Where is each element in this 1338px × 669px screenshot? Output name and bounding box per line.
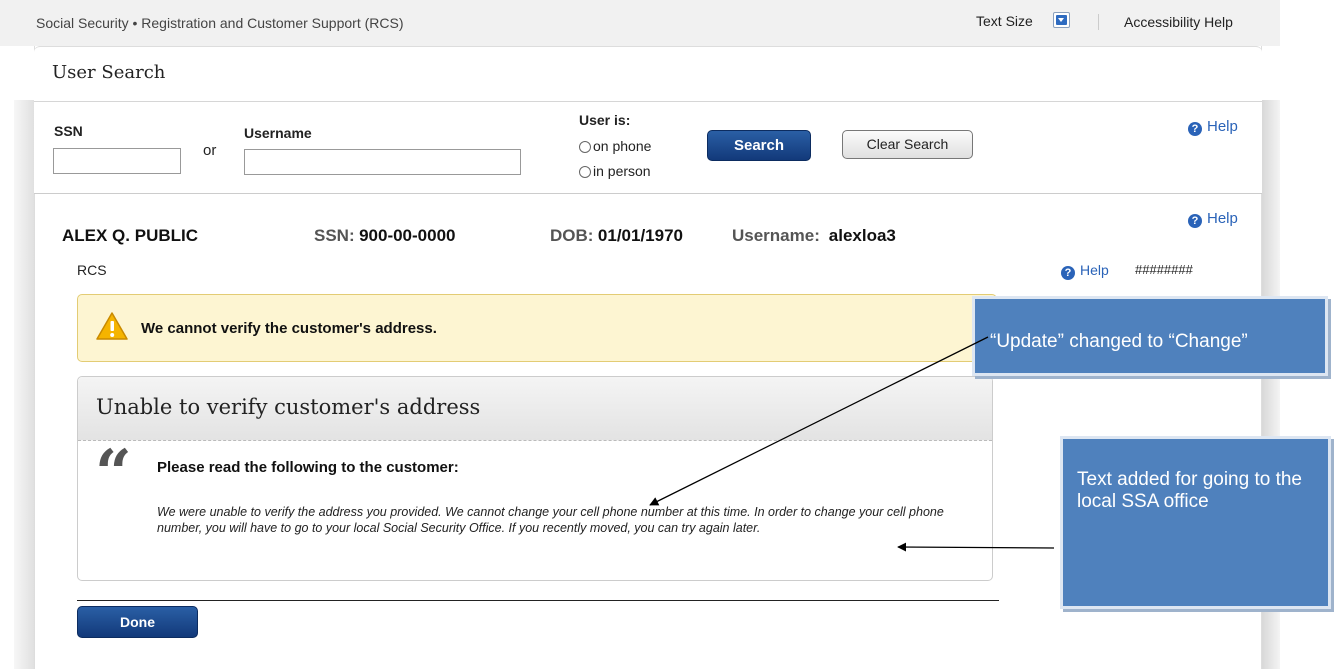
chevron-down-icon (1056, 15, 1067, 25)
search-button[interactable]: Search (707, 130, 811, 161)
search-help-link[interactable]: ? Help (1188, 118, 1238, 136)
alert-message: We cannot verify the customer's address. (141, 320, 437, 337)
username-value: alexloa3 (828, 226, 896, 245)
actions-divider (77, 600, 999, 601)
help-icon: ? (1188, 122, 1202, 136)
username-field-label: Username: (732, 226, 820, 245)
help-label: Help (1207, 210, 1238, 227)
annotation-callout-text-added: Text added for going to the local SSA of… (1060, 436, 1331, 609)
warning-icon (96, 312, 128, 340)
header-separator (1098, 14, 1099, 30)
done-button[interactable]: Done (77, 606, 198, 638)
user-ssn: SSN: 900-00-0000 (314, 226, 456, 246)
ssn-field-label: SSN: (314, 226, 355, 245)
quote-icon: “ (95, 436, 132, 511)
dob-value: 01/01/1970 (597, 226, 683, 245)
username-label: Username (244, 125, 312, 141)
radio-circle[interactable] (579, 141, 591, 153)
radio-in-person-label: in person (593, 163, 651, 179)
help-label: Help (1080, 262, 1109, 278)
radio-in-person[interactable]: in person (579, 163, 651, 181)
text-size-dropdown-button[interactable] (1053, 12, 1070, 28)
radio-circle[interactable] (579, 166, 591, 178)
rcs-label: RCS (77, 262, 107, 278)
annotation-callout-change: “Update” changed to “Change” (972, 296, 1328, 376)
or-label: or (203, 142, 217, 159)
user-search-title: User Search (52, 62, 166, 83)
rcs-code: ######## (1135, 262, 1193, 277)
user-is-label: User is: (579, 112, 631, 128)
help-label: Help (1207, 118, 1238, 135)
dob-field-label: DOB: (550, 226, 594, 245)
text-size-label: Text Size (976, 13, 1033, 29)
rcs-help-link[interactable]: ? Help (1061, 262, 1109, 280)
user-dob: DOB: 01/01/1970 (550, 226, 683, 246)
script-body-text: We were unable to verify the address you… (157, 505, 944, 535)
ssn-value: 900-00-0000 (359, 226, 456, 245)
username-input[interactable] (244, 149, 521, 175)
script-title: Unable to verify customer's address (96, 395, 481, 419)
help-icon: ? (1188, 214, 1202, 228)
help-icon: ? (1061, 266, 1075, 280)
radio-on-phone-label: on phone (593, 138, 652, 154)
radio-on-phone[interactable]: on phone (579, 138, 651, 156)
user-username: Username: alexloa3 (732, 226, 896, 246)
app-title: Social Security • Registration and Custo… (36, 15, 404, 31)
ssn-label: SSN (54, 123, 83, 139)
ssn-input[interactable] (53, 148, 181, 174)
user-full-name: ALEX Q. PUBLIC (62, 226, 199, 245)
clear-search-button[interactable]: Clear Search (842, 130, 973, 159)
script-instruction: Please read the following to the custome… (157, 459, 459, 476)
user-help-link[interactable]: ? Help (1188, 210, 1238, 228)
accessibility-help-link[interactable]: Accessibility Help (1124, 14, 1233, 30)
left-page-shadow (14, 100, 34, 669)
user-search-header (34, 46, 1262, 102)
